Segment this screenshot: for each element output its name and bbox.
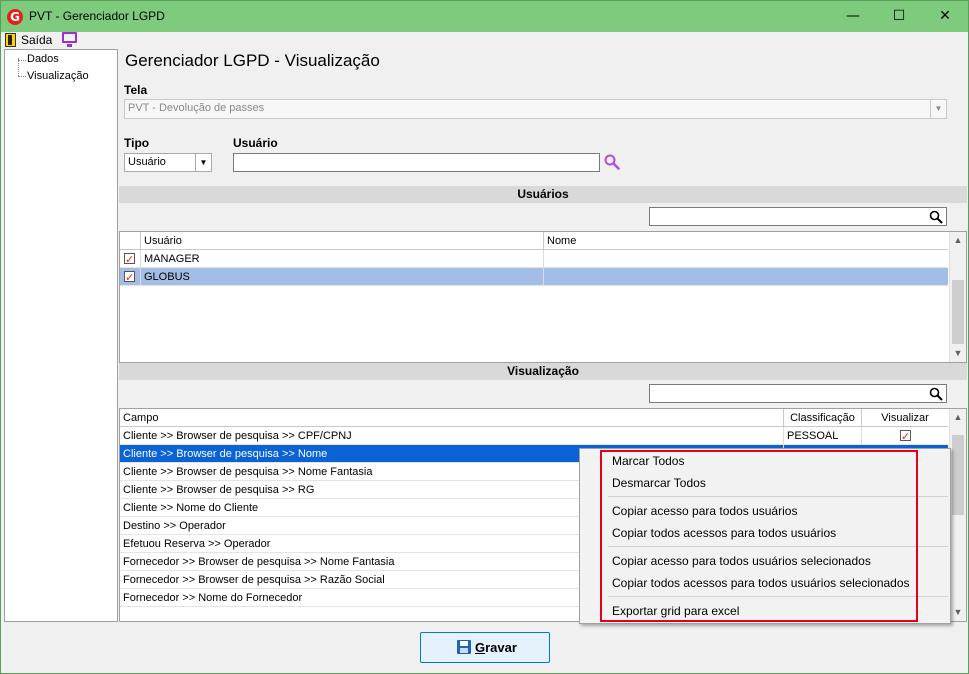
- table-row[interactable]: Cliente >> Browser de pesquisa >> CPF/CP…: [120, 427, 948, 445]
- visualizacao-grid-header: Campo Classificação Visualizar: [120, 409, 948, 427]
- menu-exit[interactable]: Saída: [21, 33, 52, 47]
- cell-nome: [544, 250, 948, 268]
- usuario-input-value: [234, 156, 237, 168]
- usuario-input[interactable]: [233, 153, 600, 172]
- users-col-check: [120, 232, 141, 250]
- tree-connector: [18, 76, 26, 77]
- col-classificacao[interactable]: Classificação: [784, 409, 862, 427]
- users-filter-input[interactable]: [649, 207, 947, 226]
- highlight-frame: [600, 450, 918, 622]
- close-icon: ✕: [939, 8, 951, 24]
- tipo-select-value: Usuário: [128, 156, 166, 168]
- visualizacao-section-header: Visualização: [119, 363, 967, 380]
- users-grid: Usuário Nome MANAGER GLOBUS ▲ ▼: [119, 231, 967, 363]
- col-visualizar[interactable]: Visualizar: [862, 409, 948, 427]
- scroll-up-icon[interactable]: ▲: [950, 232, 966, 249]
- cell-usuario: MANAGER: [141, 250, 544, 268]
- navigation-tree: Dados Visualização: [4, 49, 118, 622]
- tela-select[interactable]: PVT - Devolução de passes ▼: [124, 99, 947, 119]
- save-mnemonic: G: [475, 640, 486, 655]
- table-row[interactable]: MANAGER: [120, 250, 948, 268]
- cell-usuario: GLOBUS: [141, 268, 544, 286]
- chevron-down-icon[interactable]: ▼: [195, 154, 211, 171]
- tree-connector: [18, 60, 26, 61]
- row-check-cell: [120, 268, 141, 286]
- save-button[interactable]: Gravar: [420, 632, 550, 663]
- tree-item-visualizacao[interactable]: Visualização: [27, 70, 89, 82]
- minimize-icon: —: [846, 8, 860, 24]
- row-checkbox[interactable]: [124, 269, 135, 286]
- table-row[interactable]: GLOBUS: [120, 268, 948, 286]
- scroll-down-icon[interactable]: ▼: [950, 345, 966, 362]
- tipo-select[interactable]: Usuário ▼: [124, 153, 212, 172]
- maximize-icon: ☐: [892, 8, 906, 24]
- window-title: PVT - Gerenciador LGPD: [29, 9, 165, 23]
- users-grid-header: Usuário Nome: [120, 232, 948, 250]
- floppy-disk-icon: [457, 640, 471, 654]
- users-col-usuario[interactable]: Usuário: [141, 232, 544, 250]
- cell-classificacao: PESSOAL: [784, 427, 862, 445]
- scroll-up-icon[interactable]: ▲: [950, 409, 966, 426]
- app-logo-icon: G: [7, 9, 23, 25]
- menu-bar: Saída: [1, 32, 968, 48]
- search-icon[interactable]: [604, 154, 620, 170]
- cell-campo: Cliente >> Browser de pesquisa >> CPF/CP…: [120, 427, 784, 445]
- users-section-header: Usuários: [119, 186, 967, 203]
- row-check-cell: [120, 250, 141, 268]
- cell-nome: [544, 268, 948, 286]
- scroll-thumb[interactable]: [952, 280, 964, 344]
- search-icon[interactable]: [929, 387, 943, 401]
- visualizacao-scrollbar[interactable]: ▲ ▼: [949, 409, 966, 621]
- minimize-button[interactable]: —: [830, 1, 876, 32]
- cell-visualizar: [862, 427, 948, 445]
- title-bar[interactable]: G PVT - Gerenciador LGPD — ☐ ✕: [1, 1, 968, 32]
- visualizacao-filter-value: [650, 387, 653, 399]
- users-filter-value: [650, 210, 653, 222]
- monitor-icon[interactable]: [62, 32, 77, 47]
- page-title: Gerenciador LGPD - Visualização: [125, 51, 380, 70]
- scroll-thumb[interactable]: [952, 435, 964, 515]
- maximize-button[interactable]: ☐: [876, 1, 922, 32]
- save-button-label: Gravar: [475, 640, 517, 655]
- search-icon[interactable]: [929, 210, 943, 224]
- users-col-nome[interactable]: Nome: [544, 232, 948, 250]
- exit-door-icon[interactable]: [5, 33, 16, 47]
- close-button[interactable]: ✕: [922, 1, 968, 32]
- visualizacao-filter-input[interactable]: [649, 384, 947, 403]
- visualizar-checkbox[interactable]: [900, 428, 911, 445]
- save-label-rest: ravar: [485, 640, 517, 655]
- app-window: G PVT - Gerenciador LGPD — ☐ ✕ Saída Dad…: [0, 0, 969, 674]
- tipo-label: Tipo: [124, 136, 150, 150]
- users-scrollbar[interactable]: ▲ ▼: [949, 232, 966, 362]
- row-checkbox[interactable]: [124, 251, 135, 268]
- chevron-down-icon[interactable]: ▼: [930, 100, 946, 118]
- usuario-label: Usuário: [233, 136, 278, 150]
- tree-item-dados[interactable]: Dados: [27, 53, 59, 65]
- tela-label: Tela: [124, 83, 148, 97]
- col-campo[interactable]: Campo: [120, 409, 784, 427]
- scroll-down-icon[interactable]: ▼: [950, 604, 966, 621]
- tela-select-value: PVT - Devolução de passes: [128, 102, 265, 114]
